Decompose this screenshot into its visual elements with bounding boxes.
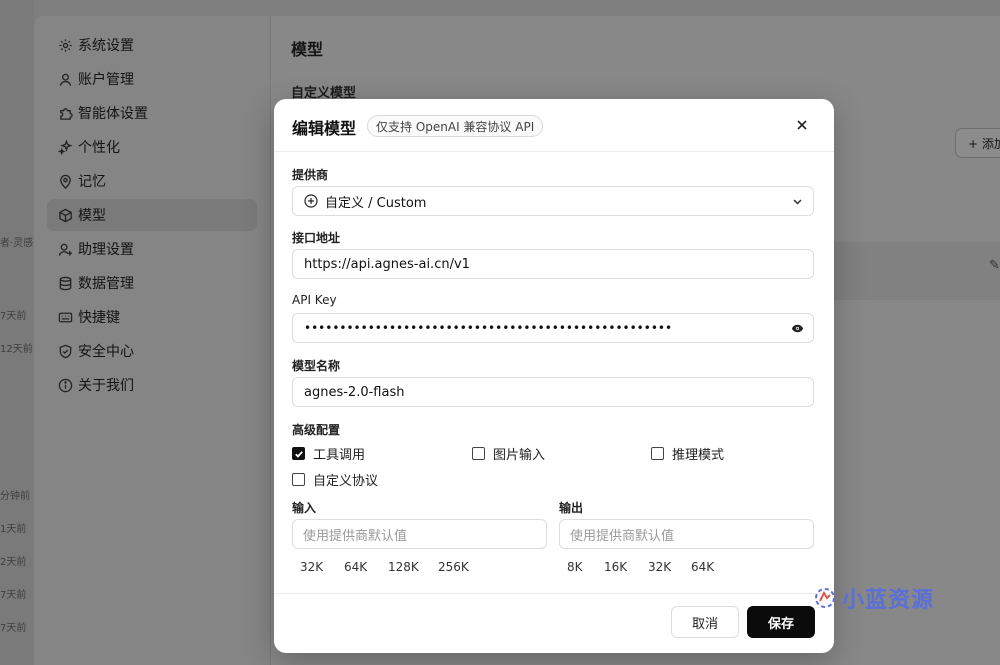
compat-badge: 仅支持 OpenAI 兼容协议 API bbox=[367, 115, 544, 137]
chat-list-time: 7天前 bbox=[0, 623, 27, 634]
output-preset-8k[interactable]: 8K bbox=[567, 560, 583, 574]
output-preset-16k[interactable]: 16K bbox=[604, 560, 627, 574]
checkbox-unchecked[interactable] bbox=[292, 473, 305, 486]
model-name-label: 模型名称 bbox=[292, 359, 341, 373]
page-title: 模型 bbox=[291, 40, 324, 59]
input-preset-64k[interactable]: 64K bbox=[344, 560, 367, 574]
close-button[interactable] bbox=[792, 115, 812, 135]
sidebar-item-label: 安全中心 bbox=[78, 344, 134, 360]
dialog-title: 编辑模型 bbox=[292, 119, 357, 138]
info-icon bbox=[58, 378, 73, 392]
chevron-down-icon bbox=[793, 199, 802, 205]
cancel-button[interactable]: 取消 bbox=[671, 606, 739, 638]
keyboard-icon bbox=[58, 312, 73, 322]
chat-list-time: 7天前 bbox=[0, 590, 27, 601]
custom-protocol-checkbox[interactable]: 自定义协议 bbox=[292, 470, 378, 489]
dialog-header: 编辑模型 仅支持 OpenAI 兼容协议 API bbox=[274, 99, 834, 152]
endpoint-label: 接口地址 bbox=[292, 231, 341, 245]
assistant-icon bbox=[58, 243, 73, 256]
input-preset-256k[interactable]: 256K bbox=[438, 560, 469, 574]
sidebar-item-system-settings[interactable]: 系统设置 bbox=[47, 29, 257, 61]
endpoint-value: https://api.agnes-ai.cn/v1 bbox=[304, 256, 470, 272]
checkbox-unchecked[interactable] bbox=[651, 447, 664, 460]
provider-value: 自定义 / Custom bbox=[325, 195, 427, 211]
endpoint-input[interactable]: https://api.agnes-ai.cn/v1 bbox=[292, 249, 814, 279]
chat-list-label: 者·灵感 bbox=[0, 238, 34, 249]
output-preset-32k[interactable]: 32K bbox=[648, 560, 671, 574]
model-name-value: agnes-2.0-flash bbox=[304, 384, 405, 400]
user-icon bbox=[59, 73, 72, 86]
edit-model-dialog: 编辑模型 仅支持 OpenAI 兼容协议 API 提供商 自定义 / Custo… bbox=[274, 99, 834, 653]
watermark: 小蓝资源 bbox=[812, 582, 934, 614]
checkbox-label: 自定义协议 bbox=[313, 474, 379, 489]
provider-select[interactable]: 自定义 / Custom bbox=[292, 186, 814, 216]
sidebar-item-label: 智能体设置 bbox=[78, 106, 148, 122]
chat-list-time: 7天前 bbox=[0, 311, 27, 322]
checkbox-unchecked[interactable] bbox=[472, 447, 485, 460]
sparkle-icon bbox=[58, 139, 73, 155]
sidebar-item-label: 账户管理 bbox=[78, 72, 134, 88]
input-preset-32k[interactable]: 32K bbox=[300, 560, 323, 574]
sidebar-item-about[interactable]: 关于我们 bbox=[47, 369, 257, 401]
sidebar-item-personalization[interactable]: 个性化 bbox=[47, 131, 257, 163]
settings-sidebar: 系统设置 账户管理 智能体设置 个性化 记忆 模型 助理设置 数据管理 快捷键 … bbox=[34, 16, 271, 665]
shield-icon bbox=[59, 344, 72, 358]
checkbox-label: 推理模式 bbox=[672, 448, 725, 463]
chat-list-time: 分钟前 bbox=[0, 491, 30, 502]
edit-icon[interactable]: ✎ bbox=[989, 258, 1000, 273]
sidebar-item-label: 关于我们 bbox=[78, 378, 134, 394]
chat-list-time: 1天前 bbox=[0, 524, 27, 535]
tool-calling-checkbox[interactable]: 工具调用 bbox=[292, 444, 365, 463]
sidebar-item-label: 记忆 bbox=[78, 174, 106, 190]
chat-list-time: 2天前 bbox=[0, 557, 27, 568]
database-icon bbox=[59, 276, 72, 290]
sidebar-item-label: 助理设置 bbox=[78, 242, 134, 258]
puzzle-icon bbox=[60, 107, 73, 120]
input-preset-128k[interactable]: 128K bbox=[388, 560, 419, 574]
api-key-input[interactable]: ••••••••••••••••••••••••••••••••••••••••… bbox=[292, 313, 814, 343]
sidebar-item-account[interactable]: 账户管理 bbox=[47, 63, 257, 95]
chat-list-time: 12天前 bbox=[0, 344, 33, 355]
close-icon bbox=[797, 120, 807, 130]
sidebar-item-label: 数据管理 bbox=[78, 276, 134, 292]
dialog-footer: 取消 保存 bbox=[274, 593, 834, 653]
api-key-value: ••••••••••••••••••••••••••••••••••••••••… bbox=[304, 321, 673, 335]
watermark-text: 小蓝资源 bbox=[842, 588, 935, 613]
checkbox-label: 工具调用 bbox=[313, 448, 366, 463]
sidebar-item-agent-settings[interactable]: 智能体设置 bbox=[47, 97, 257, 129]
cube-icon bbox=[59, 208, 72, 222]
sidebar-item-model[interactable]: 模型 bbox=[47, 199, 257, 231]
advanced-label: 高级配置 bbox=[292, 423, 341, 437]
checkbox-label: 图片输入 bbox=[493, 448, 546, 463]
add-model-button[interactable]: + 添加 bbox=[955, 128, 1000, 158]
sidebar-item-label: 个性化 bbox=[78, 140, 120, 156]
output-preset-64k[interactable]: 64K bbox=[691, 560, 714, 574]
save-button[interactable]: 保存 bbox=[747, 606, 815, 638]
image-input-checkbox[interactable]: 图片输入 bbox=[472, 444, 545, 463]
eye-icon[interactable] bbox=[791, 323, 804, 334]
sidebar-item-memory[interactable]: 记忆 bbox=[47, 165, 257, 197]
gear-icon bbox=[59, 38, 72, 52]
sidebar-item-security[interactable]: 安全中心 bbox=[47, 335, 257, 367]
checkbox-checked[interactable] bbox=[292, 447, 305, 460]
sidebar-item-shortcuts[interactable]: 快捷键 bbox=[47, 301, 257, 333]
api-key-label: API Key bbox=[292, 293, 337, 307]
pin-icon bbox=[60, 174, 71, 189]
watermark-logo-icon bbox=[815, 588, 835, 608]
plus-circle-icon bbox=[304, 194, 318, 208]
reasoning-mode-checkbox[interactable]: 推理模式 bbox=[651, 444, 724, 463]
check-icon bbox=[294, 450, 303, 458]
output-tokens-field[interactable]: 使用提供商默认值 bbox=[559, 519, 814, 549]
sidebar-item-label: 模型 bbox=[78, 208, 106, 224]
sidebar-item-assistant-settings[interactable]: 助理设置 bbox=[47, 233, 257, 265]
sidebar-item-label: 系统设置 bbox=[78, 38, 134, 54]
sidebar-item-label: 快捷键 bbox=[78, 310, 120, 326]
model-name-input[interactable]: agnes-2.0-flash bbox=[292, 377, 814, 407]
sidebar-item-data-management[interactable]: 数据管理 bbox=[47, 267, 257, 299]
output-tokens-label: 输出 bbox=[559, 501, 584, 515]
provider-label: 提供商 bbox=[292, 168, 329, 182]
input-tokens-field[interactable]: 使用提供商默认值 bbox=[292, 519, 547, 549]
input-tokens-label: 输入 bbox=[292, 501, 317, 515]
